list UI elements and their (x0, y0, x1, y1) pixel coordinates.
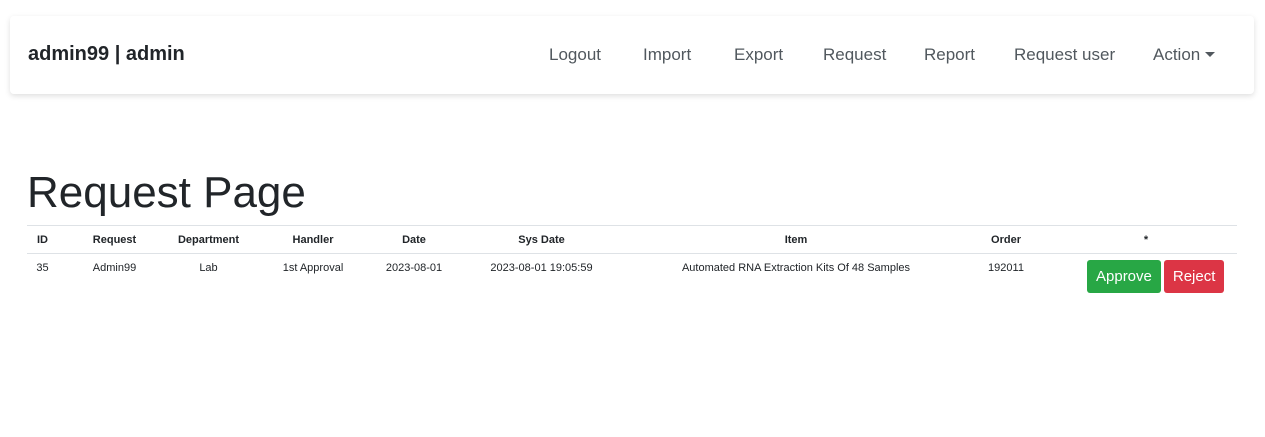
nav-request-user[interactable]: Request user (1014, 45, 1115, 65)
col-order: Order (957, 225, 1055, 254)
header-row: ID Request Department Handler Date Sys D… (27, 225, 1237, 254)
nav-export[interactable]: Export (734, 45, 783, 65)
col-handler: Handler (246, 225, 380, 254)
cell-actions: Approve Reject (1055, 254, 1237, 293)
approve-button[interactable]: Approve (1087, 260, 1161, 293)
col-request: Request (58, 225, 171, 254)
table-row: 35 Admin99 Lab 1st Approval 2023-08-01 2… (27, 254, 1237, 293)
col-sys-date: Sys Date (448, 225, 635, 254)
page-title: Request Page (27, 168, 306, 217)
nav-report[interactable]: Report (924, 45, 975, 65)
navbar: admin99 | admin Logout Import Export Req… (10, 16, 1254, 94)
cell-id: 35 (36, 262, 49, 274)
cell-department: Lab (199, 262, 218, 274)
table-body: 35 Admin99 Lab 1st Approval 2023-08-01 2… (27, 254, 1237, 293)
col-actions: * (1055, 225, 1237, 254)
cell-order: 192011 (988, 262, 1024, 274)
nav-action-dropdown[interactable]: Action (1153, 45, 1216, 65)
nav-request[interactable]: Request (823, 45, 886, 65)
table-header: ID Request Department Handler Date Sys D… (27, 225, 1237, 254)
col-id: ID (27, 225, 58, 254)
cell-sys-date: 2023-08-01 19:05:59 (490, 262, 593, 274)
cell-item: Automated RNA Extraction Kits Of 48 Samp… (681, 262, 911, 274)
cell-handler: 1st Approval (282, 262, 344, 274)
col-item: Item (635, 225, 957, 254)
nav-import[interactable]: Import (643, 45, 691, 65)
col-department: Department (171, 225, 246, 254)
caret-down-icon (1205, 52, 1216, 57)
navbar-brand[interactable]: admin99 | admin (28, 43, 185, 66)
cell-date: 2023-08-01 (385, 262, 443, 274)
reject-button[interactable]: Reject (1163, 260, 1225, 293)
requests-table: ID Request Department Handler Date Sys D… (27, 225, 1237, 293)
nav-logout[interactable]: Logout (549, 45, 601, 65)
col-date: Date (380, 225, 448, 254)
nav-action-label: Action (1153, 45, 1201, 64)
cell-request: Admin99 (92, 262, 137, 274)
